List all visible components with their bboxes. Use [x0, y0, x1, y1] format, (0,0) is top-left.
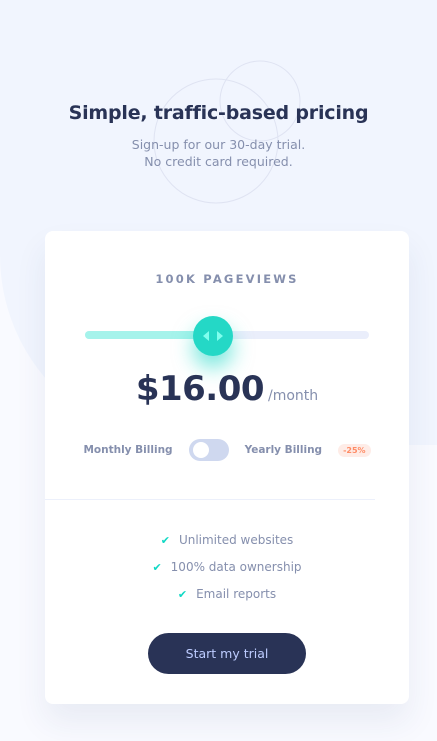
- feature-label: Email reports: [196, 587, 277, 601]
- page-header: Simple, traffic-based pricing Sign-up fo…: [0, 102, 437, 170]
- billing-toggle-row: Monthly Billing Yearly Billing -25%: [45, 439, 409, 461]
- pageviews-label: 100K PAGEVIEWS: [155, 272, 299, 286]
- card-divider: [45, 499, 375, 500]
- start-trial-button[interactable]: Start my trial: [148, 633, 306, 674]
- price-amount: $16.00: [135, 369, 265, 409]
- feature-item: ✔ 100% data ownership: [45, 556, 409, 583]
- feature-item: ✔ Email reports: [45, 583, 409, 610]
- feature-item: ✔ Unlimited websites: [45, 529, 409, 556]
- monthly-billing-label: Monthly Billing: [83, 444, 173, 456]
- check-icon: ✔: [177, 588, 188, 601]
- check-icon: ✔: [160, 534, 170, 547]
- page-subtitle: Sign-up for our 30-day trial. No credit …: [131, 137, 306, 169]
- feature-label: Unlimited websites: [178, 533, 294, 547]
- yearly-billing-label: Yearly Billing: [244, 444, 323, 456]
- slider-arrows-icon: [202, 331, 223, 341]
- feature-list: ✔ Unlimited websites ✔ 100% data ownership…: [45, 529, 409, 610]
- pricing-card: 100K PAGEVIEWS $16.00/month Monthly Bill…: [45, 231, 409, 704]
- billing-toggle[interactable]: [188, 439, 229, 461]
- check-icon: ✔: [152, 561, 162, 574]
- feature-label: 100% data ownership: [170, 560, 302, 574]
- discount-badge: -25%: [338, 443, 371, 457]
- price-display: $16.00/month: [45, 369, 409, 409]
- page-title: Simple, traffic-based pricing: [68, 102, 369, 124]
- price-period: /month: [268, 388, 319, 404]
- toggle-knob: [192, 442, 209, 458]
- slider-thumb[interactable]: [192, 316, 233, 356]
